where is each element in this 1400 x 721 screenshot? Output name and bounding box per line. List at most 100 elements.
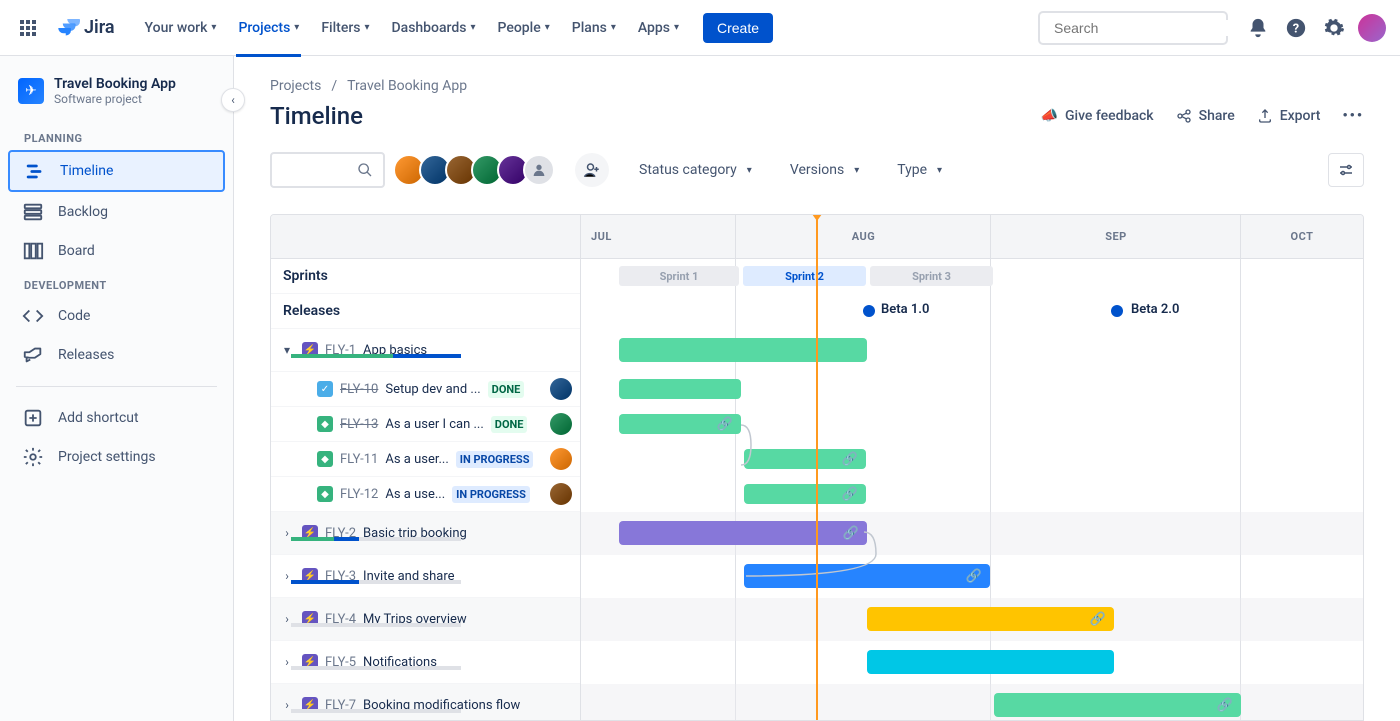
page-title: Timeline [270, 102, 363, 130]
assignee-avatar[interactable] [550, 483, 572, 505]
backlog-icon [22, 201, 44, 223]
help-button[interactable]: ? [1280, 12, 1312, 44]
child-issue-row[interactable]: ◆ FLY-12 As a use... IN PROGRESS [271, 477, 580, 512]
issue-bar[interactable] [619, 379, 741, 399]
epic-bar[interactable] [867, 650, 1114, 674]
issue-summary: As a use... [385, 487, 445, 502]
notifications-button[interactable] [1242, 12, 1274, 44]
link-icon: 🔗 [1217, 698, 1233, 713]
epic-row[interactable]: ›⚡FLY-7Booking modifications flow [271, 684, 580, 721]
sidebar-item-board[interactable]: Board [8, 232, 225, 270]
epic-row[interactable]: ›⚡FLY-2Basic trip booking [271, 512, 580, 555]
sidebar-item-code[interactable]: Code [8, 297, 225, 335]
link-icon: 🔗 [1090, 612, 1106, 627]
sidebar-collapse-button[interactable]: ‹ [221, 88, 245, 112]
child-issue-row[interactable]: ◆ FLY-13 As a user I can ... DONE [271, 407, 580, 442]
epic-bar[interactable] [619, 338, 867, 362]
issue-bar[interactable]: 🔗 [744, 484, 866, 504]
month-header: SEP [991, 215, 1241, 259]
month-header: AUG [736, 215, 991, 259]
epic-row[interactable]: ›⚡FLY-4My Trips overview [271, 598, 580, 641]
release-marker[interactable] [1111, 305, 1123, 317]
nav-dashboards[interactable]: Dashboards▾ [382, 14, 486, 42]
breadcrumb-projects[interactable]: Projects [270, 78, 321, 94]
epic-bar[interactable]: 🔗 [994, 693, 1241, 717]
sidebar-item-releases[interactable]: Releases [8, 336, 225, 374]
project-header[interactable]: ✈ Travel Booking App Software project [8, 76, 225, 124]
code-icon [22, 305, 44, 327]
sprint-pill[interactable]: Sprint 3 [870, 266, 993, 286]
issue-summary: As a user I can ... [385, 417, 483, 432]
epic-bar[interactable]: 🔗 [867, 607, 1114, 631]
nav-plans[interactable]: Plans▾ [562, 14, 626, 42]
epic-row[interactable]: ›⚡FLY-5Notifications [271, 641, 580, 684]
breadcrumb-project[interactable]: Travel Booking App [347, 78, 467, 94]
epic-bar[interactable]: 🔗 [744, 564, 990, 588]
sidebar-item-backlog[interactable]: Backlog [8, 193, 225, 231]
timeline-search[interactable] [270, 152, 385, 188]
sprints-track: Sprint 1 Sprint 2 Sprint 3 [581, 259, 1363, 294]
nav-people[interactable]: People▾ [488, 14, 560, 42]
child-issue-row[interactable]: ◆ FLY-11 As a user... IN PROGRESS [271, 442, 580, 477]
create-button[interactable]: Create [703, 13, 773, 43]
status-badge: IN PROGRESS [452, 486, 530, 503]
more-actions-button[interactable]: ••• [1342, 108, 1364, 124]
sidebar-item-timeline[interactable]: Timeline [8, 150, 225, 192]
filter-versions[interactable]: Versions▾ [782, 156, 867, 184]
view-settings-button[interactable] [1328, 153, 1364, 187]
nav-apps[interactable]: Apps▾ [628, 14, 689, 42]
epic-bar[interactable]: 🔗 [619, 521, 867, 545]
issue-bar[interactable]: 🔗 [619, 414, 741, 434]
gear-icon [1323, 17, 1345, 39]
timeline: Sprints Releases ▾ ⚡ FLY-1 App basics [270, 214, 1364, 721]
assignee-avatar[interactable] [550, 448, 572, 470]
nav-your-work[interactable]: Your work▾ [135, 14, 227, 42]
filter-status-category[interactable]: Status category▾ [631, 156, 760, 184]
logo-text: Jira [84, 17, 115, 38]
profile-button[interactable] [1356, 12, 1388, 44]
assignee-avatar[interactable] [550, 378, 572, 400]
sidebar-item-add-shortcut[interactable]: Add shortcut [8, 399, 225, 437]
filter-type[interactable]: Type▾ [889, 156, 950, 184]
export-button[interactable]: Export [1257, 108, 1321, 124]
share-button[interactable]: Share [1176, 108, 1235, 124]
avatar-unassigned[interactable] [523, 154, 555, 186]
sidebar-item-project-settings[interactable]: Project settings [8, 438, 225, 476]
epic-row[interactable]: ›⚡FLY-3Invite and share [271, 555, 580, 598]
nav-filters[interactable]: Filters▾ [311, 14, 379, 42]
give-feedback-button[interactable]: 📣Give feedback [1041, 108, 1154, 124]
svg-text:?: ? [1293, 21, 1299, 36]
jira-logo[interactable]: Jira [48, 16, 123, 40]
task-icon: ✓ [317, 381, 333, 397]
child-issue-row[interactable]: ✓ FLY-10 Setup dev and ... DONE [271, 372, 580, 407]
app-switcher[interactable] [12, 12, 44, 44]
epic-row[interactable]: ▾ ⚡ FLY-1 App basics [271, 329, 580, 372]
link-icon: 🔗 [843, 526, 859, 541]
month-header: OCT [1241, 215, 1363, 259]
link-icon: 🔗 [966, 569, 982, 584]
settings-button[interactable] [1318, 12, 1350, 44]
chevron-down-icon: ▾ [611, 22, 616, 33]
assignee-avatar[interactable] [550, 413, 572, 435]
board-icon [22, 240, 44, 262]
issue-key[interactable]: FLY-11 [340, 452, 378, 467]
gear-icon [22, 446, 44, 468]
add-people-button[interactable] [575, 153, 609, 187]
issue-key[interactable]: FLY-10 [340, 382, 378, 397]
global-search[interactable] [1038, 11, 1228, 45]
nav-projects[interactable]: Projects▾ [228, 14, 309, 42]
search-input[interactable] [1054, 20, 1235, 36]
issue-key[interactable]: FLY-12 [340, 487, 378, 502]
sidebar-divider [16, 386, 217, 387]
story-icon: ◆ [317, 416, 333, 432]
release-marker[interactable] [863, 305, 875, 317]
timeline-chart[interactable]: JUL AUG SEP OCT Sprint 1 Sprint 2 Sprint… [581, 215, 1363, 721]
nav-items: Your work▾ Projects▾ Filters▾ Dashboards… [135, 13, 773, 43]
chevron-down-icon: ▾ [747, 165, 752, 176]
issue-key[interactable]: FLY-13 [340, 417, 378, 432]
sprint-pill[interactable]: Sprint 2 [743, 266, 866, 286]
issue-bar[interactable]: 🔗 [744, 449, 866, 469]
month-header: JUL [581, 215, 736, 259]
sprint-pill[interactable]: Sprint 1 [619, 266, 739, 286]
bell-icon [1247, 17, 1269, 39]
